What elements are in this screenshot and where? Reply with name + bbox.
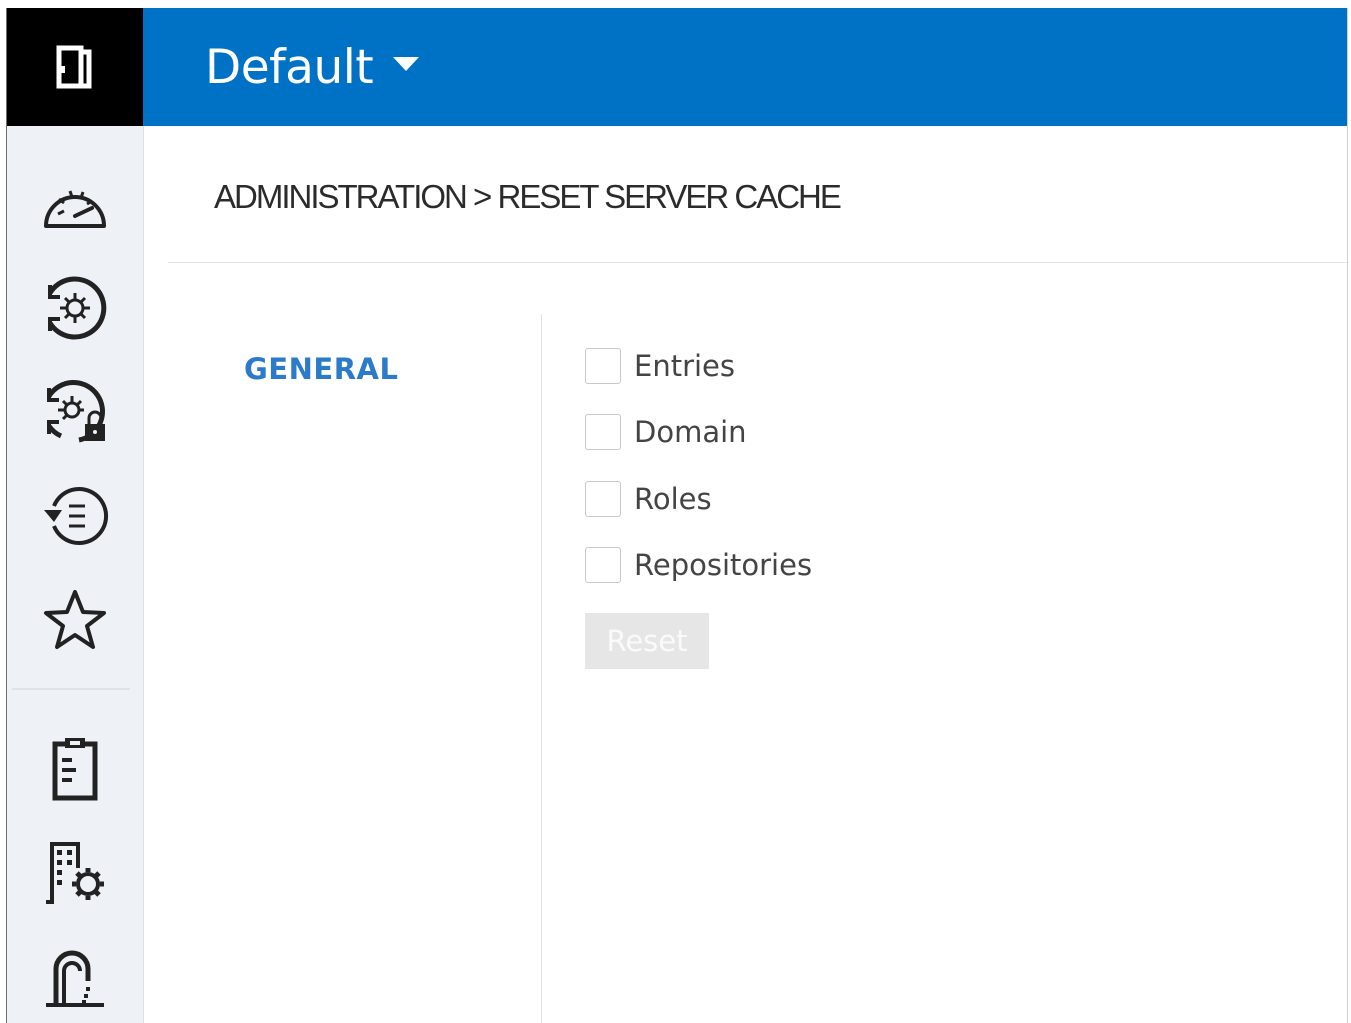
logo[interactable] xyxy=(6,8,143,126)
app-switcher-dropdown[interactable]: Default xyxy=(205,40,421,95)
reset-button[interactable]: Reset xyxy=(585,613,709,669)
roles-checkbox[interactable] xyxy=(585,481,621,517)
breadcrumb: ADMINISTRATION > RESET SERVER CACHE xyxy=(214,178,842,215)
sidebar-item-system-sync[interactable] xyxy=(6,260,143,356)
option-entries[interactable]: Entries xyxy=(585,346,735,386)
sidebar-item-system-sync-locked[interactable] xyxy=(6,364,143,460)
clipboard-icon xyxy=(52,738,97,801)
option-label: Repositories xyxy=(634,548,813,582)
top-bar: Default xyxy=(143,8,1348,126)
sidebar-item-access[interactable] xyxy=(6,929,143,1023)
sync-settings-lock-icon xyxy=(46,380,105,443)
domain-checkbox[interactable] xyxy=(585,414,621,450)
history-list-icon xyxy=(43,487,108,545)
section-divider xyxy=(541,314,542,1023)
option-label: Roles xyxy=(634,482,712,516)
option-label: Entries xyxy=(634,349,736,383)
option-label: Domain xyxy=(634,415,747,449)
logo-book-icon xyxy=(56,45,91,89)
archway-icon xyxy=(45,950,104,1007)
repositories-checkbox[interactable] xyxy=(585,547,621,583)
option-roles[interactable]: Roles xyxy=(585,479,712,519)
sidebar-item-org-settings[interactable] xyxy=(6,825,143,921)
speedometer-icon xyxy=(43,190,106,228)
sidebar-item-dashboard[interactable] xyxy=(6,156,143,252)
option-repositories[interactable]: Repositories xyxy=(585,545,812,585)
entries-checkbox[interactable] xyxy=(585,348,621,384)
sidebar-item-history[interactable] xyxy=(6,468,143,564)
app-title: Default xyxy=(205,39,374,95)
sidebar-item-favorites[interactable] xyxy=(6,572,143,668)
building-gear-icon xyxy=(45,842,104,904)
app-window: Default ADMINISTRATION > RESET SERVER CA… xyxy=(6,8,1348,1023)
sidebar-item-tasks[interactable] xyxy=(6,721,143,817)
section-tab-general[interactable]: GENERAL xyxy=(244,352,398,386)
header-divider xyxy=(168,262,1347,263)
star-icon xyxy=(43,590,106,649)
sidebar-divider xyxy=(12,688,130,690)
main-content: ADMINISTRATION > RESET SERVER CACHE GENE… xyxy=(144,126,1347,1023)
option-domain[interactable]: Domain xyxy=(585,412,747,452)
sidebar xyxy=(6,126,144,1023)
sync-settings-icon xyxy=(47,276,106,340)
caret-down-icon xyxy=(393,57,420,71)
